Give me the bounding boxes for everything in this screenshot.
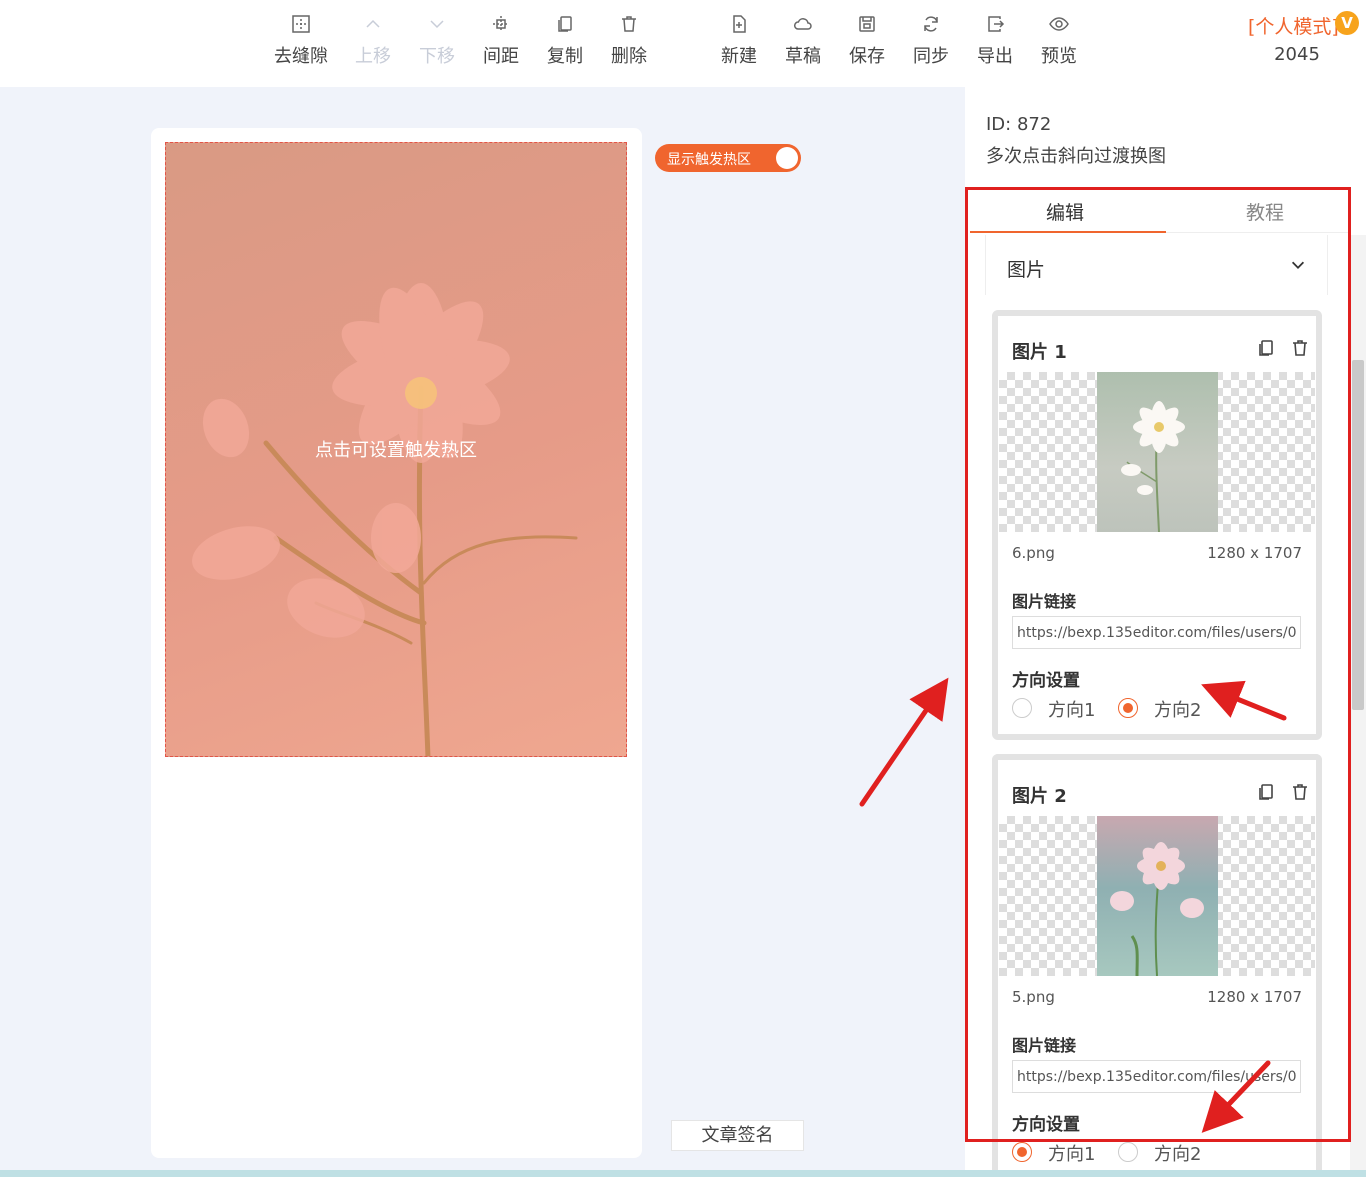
new-file-icon [707,14,771,38]
move-up-button[interactable]: 上移 [341,14,405,68]
move-down-button[interactable]: 下移 [405,14,469,68]
panel-scrollbar[interactable] [1350,235,1366,1177]
toolbar-label: 同步 [913,46,949,67]
preview-button[interactable]: 预览 [1027,14,1091,68]
toolbar-label: 复制 [547,46,583,67]
annotation-highlight-box [965,187,1351,1142]
toolbar-label: 预览 [1041,46,1077,67]
article-signature-button[interactable]: 文章签名 [671,1120,804,1151]
copy-button[interactable]: 复制 [533,14,597,68]
toolbar-label: 导出 [977,46,1013,67]
scrollbar-thumb[interactable] [1352,360,1364,710]
hotzone-hint-text: 点击可设置触发热区 [315,440,477,461]
arrow-to-panel [859,677,949,807]
toolbar-label: 下移 [419,46,455,67]
spacing-button[interactable]: 间距 [469,14,533,68]
toggle-label: 显示触发热区 [667,152,751,168]
top-toolbar: 去缝隙 上移 下移 间距 复制 删除 新建 草稿 保存 同步 导出 预览 [个人… [0,0,1366,87]
chevron-down-icon [405,14,469,38]
cloud-icon [771,14,835,38]
new-button[interactable]: 新建 [707,14,771,68]
personal-mode-link[interactable]: [个人模式] [1248,12,1339,39]
radio-label: 方向2 [1154,1144,1202,1165]
trash-icon [597,14,661,38]
chevron-up-icon [341,14,405,38]
vip-badge-icon: V [1335,11,1359,35]
export-icon [963,14,1027,38]
delete-button[interactable]: 删除 [597,14,661,68]
usage-count: 2045 [1274,44,1320,65]
toolbar-label: 草稿 [785,46,821,67]
direction-2-radio[interactable]: 方向2 [1118,1140,1208,1165]
sync-button[interactable]: 同步 [899,14,963,68]
toolbar-label: 间距 [483,46,519,67]
show-hotzone-toggle[interactable]: 显示触发热区 [655,144,801,172]
copy-icon [533,14,597,38]
toolbar-label: 上移 [355,46,391,67]
toolbar-label: 新建 [721,46,757,67]
save-icon [835,14,899,38]
template-id: ID: 872 [986,114,1052,135]
toolbar-label: 保存 [849,46,885,67]
gap-icon [269,14,333,38]
direction-1-radio[interactable]: 方向1 [1012,1140,1102,1165]
toolbar-label: 去缝隙 [274,46,328,67]
radio-dot [1012,1142,1032,1162]
bottom-bar [0,1170,1366,1177]
remove-gap-button[interactable]: 去缝隙 [269,14,333,68]
toggle-knob [776,147,798,169]
export-button[interactable]: 导出 [963,14,1027,68]
sync-icon [899,14,963,38]
spacing-icon [469,14,533,38]
template-name: 多次点击斜向过渡换图 [986,146,1166,167]
toolbar-label: 删除 [611,46,647,67]
radio-dot [1118,1142,1138,1162]
save-button[interactable]: 保存 [835,14,899,68]
eye-icon [1027,14,1091,38]
radio-label: 方向1 [1048,1144,1096,1165]
draft-button[interactable]: 草稿 [771,14,835,68]
